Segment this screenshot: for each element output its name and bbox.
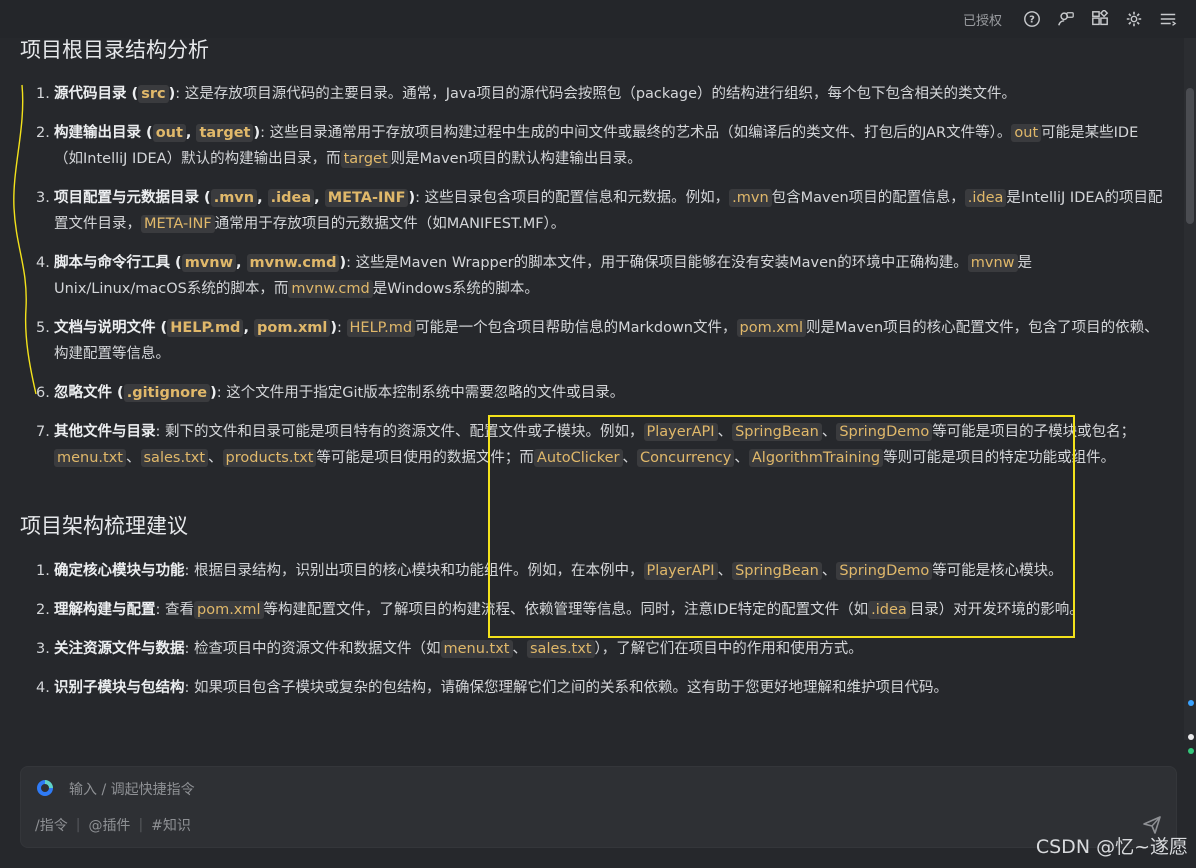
authorized-label: 已授权 — [962, 13, 1002, 29]
csdn-watermark: CSDN @忆~遂愿 — [1035, 836, 1188, 858]
list-item: 1. 源代码目录 (src): 这是存放项目源代码的主要目录。通常，Java项目… — [36, 85, 1017, 103]
knowledge-button[interactable]: #知识 — [151, 815, 191, 835]
command-button[interactable]: /指令 — [35, 815, 68, 835]
list-item: 7. 其他文件与目录: 剩下的文件和目录可能是项目特有的资源文件、配置文件或子模… — [36, 423, 1136, 467]
chat-response-content: 项目根目录结构分析 1. 源代码目录 (src): 这是存放项目源代码的主要目录… — [0, 38, 1183, 740]
list-item: 4. 脚本与命令行工具 (mvnw, mvnw.cmd): 这些是Maven W… — [36, 254, 1032, 298]
indicator-dot — [1188, 700, 1194, 706]
indicator-dot — [1188, 734, 1194, 740]
apps-icon[interactable] — [1090, 9, 1110, 29]
root-structure-list: 1. 源代码目录 (src): 这是存放项目源代码的主要目录。通常，Java项目… — [36, 81, 1164, 484]
list-item: 2. 构建输出目录 (out, target): 这些目录通常用于存放项目构建过… — [36, 124, 1139, 168]
help-icon[interactable]: ? — [1022, 9, 1042, 29]
scrollbar-thumb[interactable] — [1186, 88, 1194, 224]
divider: | — [75, 817, 81, 833]
chat-input[interactable]: 输入 / 调起快捷指令 — [69, 779, 195, 799]
list-item: 2. 理解构建与配置: 查看 pom.xml 等构建配置文件，了解项目的构建流程、依… — [36, 601, 1084, 619]
composer-tools: /指令 | @插件 | #知识 — [35, 815, 191, 835]
list-item: 6. 忽略文件 (.gitignore): 这个文件用于指定Git版本控制系统中… — [36, 384, 625, 402]
list-item: 5. 文档与说明文件 (HELP.md, pom.xml): HELP.md 可能… — [36, 319, 1159, 362]
list-item: 3. 项目配置与元数据目录 (.mvn, .idea, META-INF): 这… — [36, 189, 1163, 233]
indicator-dot — [1188, 748, 1194, 754]
architecture-list: 1. 确定核心模块与功能: 根据目录结构，识别出项目的核心模块和功能组件。例如，… — [36, 558, 1164, 714]
divider: | — [138, 817, 144, 833]
list-item: 4. 识别子模块与包结构: 如果项目包含子模块或复杂的包结构，请确保您理解它们之… — [36, 680, 948, 696]
section-title-root-structure: 项目根目录结构分析 — [20, 38, 209, 62]
top-toolbar: 已授权 ? — [0, 0, 1196, 38]
right-edge-indicators — [1188, 690, 1196, 770]
plugin-button[interactable]: @插件 — [88, 815, 130, 835]
list-item: 3. 关注资源文件与数据: 检查项目中的资源文件和数据文件（如 menu.txt、… — [36, 640, 863, 658]
menu-icon[interactable] — [1158, 9, 1178, 29]
feedback-icon[interactable] — [1056, 9, 1076, 29]
assistant-logo-icon — [37, 780, 53, 796]
settings-icon[interactable] — [1124, 9, 1144, 29]
svg-text:?: ? — [1029, 15, 1035, 26]
list-item: 1. 确定核心模块与功能: 根据目录结构，识别出项目的核心模块和功能组件。例如，… — [36, 562, 1063, 580]
chat-composer: 输入 / 调起快捷指令 /指令 | @插件 | #知识 — [20, 766, 1177, 848]
content-scrollbar[interactable] — [1184, 38, 1196, 740]
section-title-architecture: 项目架构梳理建议 — [20, 514, 188, 538]
